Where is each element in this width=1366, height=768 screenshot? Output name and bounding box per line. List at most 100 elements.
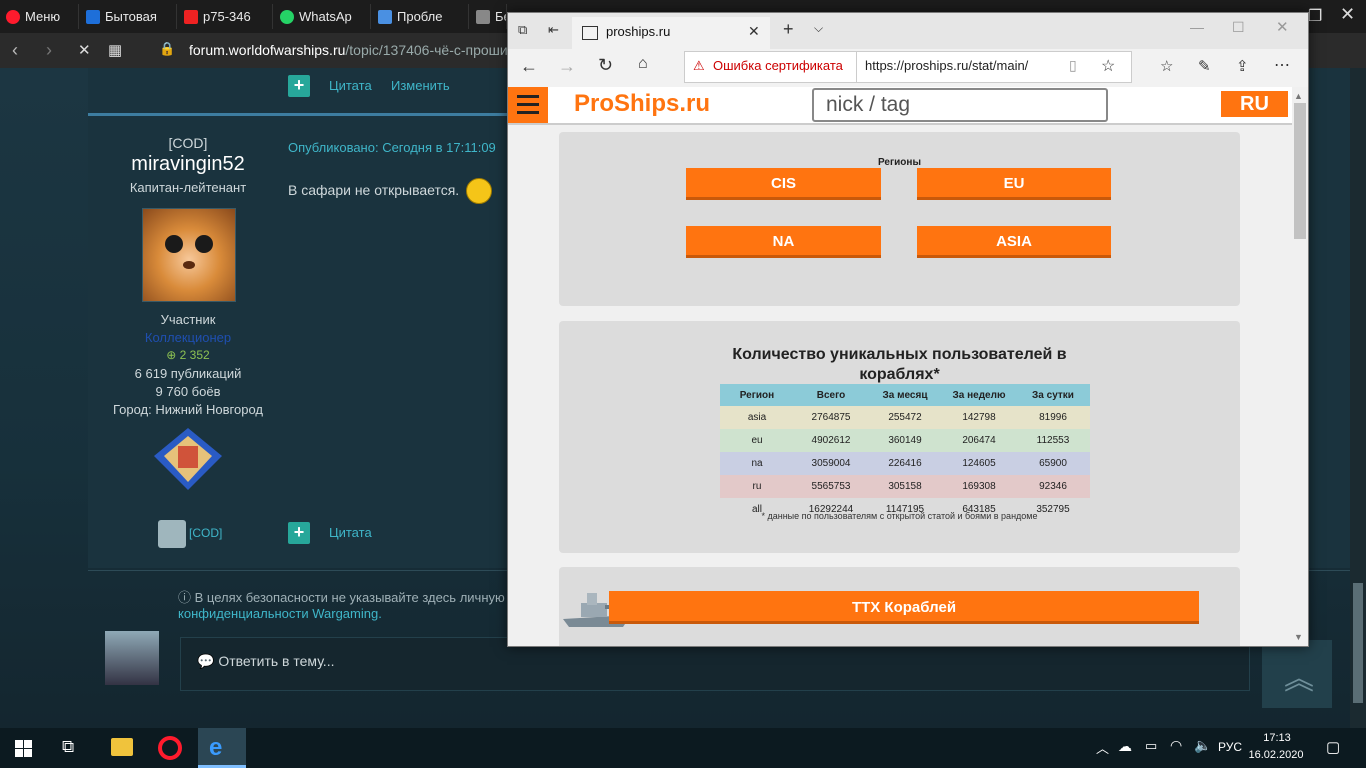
username[interactable]: miravingin52 <box>88 153 288 176</box>
opera-close-button[interactable]: ✕ <box>1340 4 1355 25</box>
opera-url[interactable]: forum.worldofwarships.ru/topic/137406-чё… <box>189 42 508 58</box>
opera-tab-3[interactable]: WhatsAp <box>274 4 371 29</box>
more-icon[interactable]: ⋯ <box>1274 55 1290 75</box>
scroll-up-icon[interactable]: ▲ <box>1294 91 1303 101</box>
maximize-button[interactable]: ☐ <box>1232 19 1245 36</box>
forward-icon[interactable]: › <box>46 40 52 61</box>
user-posts: 6 619 публикаций <box>134 366 242 381</box>
opera-scroll-thumb[interactable] <box>1353 583 1363 703</box>
language-button[interactable]: RU <box>1221 91 1288 117</box>
edge-scrollbar[interactable]: ▲ ▼ <box>1292 87 1308 646</box>
user-clan-tag[interactable]: [COD] <box>88 135 288 151</box>
user-city: Город: Нижний Новгород <box>112 402 263 417</box>
battery-icon[interactable]: ▭ <box>1145 738 1157 754</box>
table-cell: 124605 <box>962 458 996 469</box>
region-cis-button[interactable]: CIS <box>686 168 881 200</box>
table-cell: eu <box>751 435 763 446</box>
chevron-up-icon[interactable]: ︿ <box>1096 738 1109 757</box>
tab-preview-icon[interactable]: ⧉ <box>518 22 527 38</box>
speed-dial-icon[interactable]: ▦ <box>108 41 122 59</box>
forward-icon[interactable]: → <box>558 56 576 77</box>
scroll-to-top-button[interactable]: ︽ <box>1262 640 1332 708</box>
opera-tab-1[interactable]: Бытовая <box>80 4 177 29</box>
edge-window: ⧉ ⇤ proships.ru ✕ + ⌵ — ☐ ✕ ← → ↻ ⌂ ⚠ Ош… <box>507 12 1309 647</box>
edge-url[interactable]: https://proships.ru/stat/main/ <box>865 58 1028 73</box>
share-icon[interactable]: ⇪ <box>1236 57 1249 75</box>
edge-taskbar-icon: e <box>209 734 223 761</box>
table-header-row: Регион Всего За месяц За неделю За сутки <box>720 384 1090 406</box>
reading-view-icon[interactable]: ▯ <box>1069 57 1077 74</box>
taskbar: ⧉ e ︿ ☁ ▭ ◠ 🔈 РУС 17:13 16.02.2020 ▢ <box>0 728 1366 768</box>
opera-tab-4[interactable]: Пробле <box>372 4 469 29</box>
box-icon <box>378 9 392 24</box>
stop-icon[interactable]: ✕ <box>78 41 91 59</box>
opera-tab-2[interactable]: р75-346 <box>178 4 273 29</box>
clock-time[interactable]: 17:13 <box>1252 732 1302 744</box>
quote-link[interactable]: Цитата <box>329 78 372 93</box>
edit-link[interactable]: Изменить <box>391 78 450 93</box>
new-tab-icon[interactable]: + <box>783 19 794 40</box>
regions-label: Регионы <box>878 157 921 168</box>
region-eu-button[interactable]: EU <box>917 168 1111 200</box>
cert-error-label[interactable]: Ошибка сертификата <box>713 58 843 73</box>
opera-maximize-button[interactable]: ❐ <box>1308 6 1322 26</box>
search-placeholder: nick / tag <box>826 93 911 116</box>
refresh-icon[interactable]: ↻ <box>598 55 613 76</box>
table-cell: asia <box>747 412 767 423</box>
task-view-icon[interactable]: ⧉ <box>62 737 74 757</box>
quote-link[interactable]: Цитата <box>329 525 372 540</box>
table-cell: 226416 <box>888 458 922 469</box>
footer-clan-link[interactable]: [COD] <box>189 526 222 540</box>
privacy-link[interactable]: конфиденциальности Wargaming. <box>178 606 382 621</box>
set-aside-tabs-icon[interactable]: ⇤ <box>548 22 559 38</box>
proships-logo[interactable]: ProShips.ru <box>574 90 710 118</box>
favorites-hub-icon[interactable]: ☆ <box>1160 57 1173 75</box>
file-explorer-icon[interactable] <box>111 738 133 756</box>
menu-line <box>517 95 539 98</box>
ship-specs-button[interactable]: ТТХ Кораблей <box>609 591 1199 624</box>
clock-date[interactable]: 16.02.2020 <box>1246 749 1306 761</box>
volume-icon[interactable]: 🔈 <box>1194 737 1211 754</box>
close-tab-icon[interactable]: ✕ <box>748 23 760 40</box>
notification-icon[interactable]: ▢ <box>1326 738 1340 756</box>
back-icon[interactable]: ‹ <box>12 40 18 61</box>
user-avatar[interactable] <box>142 208 236 302</box>
input-language[interactable]: РУС <box>1218 740 1242 754</box>
whatsapp-icon <box>280 9 294 24</box>
home-icon[interactable]: ⌂ <box>638 55 648 73</box>
post-published-date[interactable]: Опубликовано: Сегодня в 17:11:09 <box>288 140 496 155</box>
close-window-button[interactable]: ✕ <box>1276 18 1289 36</box>
plus-rep-button[interactable]: + <box>288 522 310 544</box>
back-icon[interactable]: ← <box>520 56 538 77</box>
stats-table: Регион Всего За месяц За неделю За сутки… <box>720 384 1090 521</box>
table-cell: 305158 <box>888 481 922 492</box>
opera-tab-label: Бытовая <box>105 9 157 24</box>
windows-start-icon[interactable] <box>15 740 32 757</box>
page-icon <box>582 26 598 40</box>
chevron-down-icon[interactable]: ⌵ <box>814 21 823 36</box>
region-na-button[interactable]: NA <box>686 226 881 258</box>
cloud-icon[interactable]: ☁ <box>1118 738 1132 755</box>
edge-taskbar-item[interactable]: e <box>198 728 246 768</box>
wifi-icon[interactable]: ◠ <box>1170 737 1182 754</box>
edge-tab-bar: ⧉ ⇤ proships.ru ✕ + ⌵ — ☐ ✕ <box>508 13 1308 49</box>
opera-menu-button[interactable]: Меню <box>0 4 79 29</box>
hamburger-menu-button[interactable] <box>508 87 548 123</box>
region-asia-button[interactable]: ASIA <box>917 226 1111 258</box>
opera-taskbar-icon[interactable] <box>158 736 182 760</box>
table-cell: 112553 <box>1036 435 1070 446</box>
minimize-button[interactable]: — <box>1190 19 1204 35</box>
edge-tab[interactable]: proships.ru ✕ <box>572 17 770 49</box>
scroll-down-icon[interactable]: ▼ <box>1294 632 1303 642</box>
opera-tab-label: р75-346 <box>203 9 251 24</box>
favorite-star-icon[interactable]: ☆ <box>1101 56 1115 76</box>
nick-search-input[interactable]: nick / tag <box>812 88 1108 122</box>
plus-rep-button[interactable]: + <box>288 75 310 97</box>
opera-tab-5[interactable]: Бе <box>470 4 507 29</box>
pen-icon[interactable]: ✎ <box>1198 57 1211 75</box>
opera-logo-icon <box>6 9 20 24</box>
edge-address-bar[interactable]: ⚠ Ошибка сертификата https://proships.ru… <box>684 51 1132 83</box>
proships-header: ProShips.ru nick / tag RU <box>508 87 1292 125</box>
edge-scroll-thumb[interactable] <box>1294 103 1306 239</box>
opera-scrollbar[interactable] <box>1350 68 1366 728</box>
